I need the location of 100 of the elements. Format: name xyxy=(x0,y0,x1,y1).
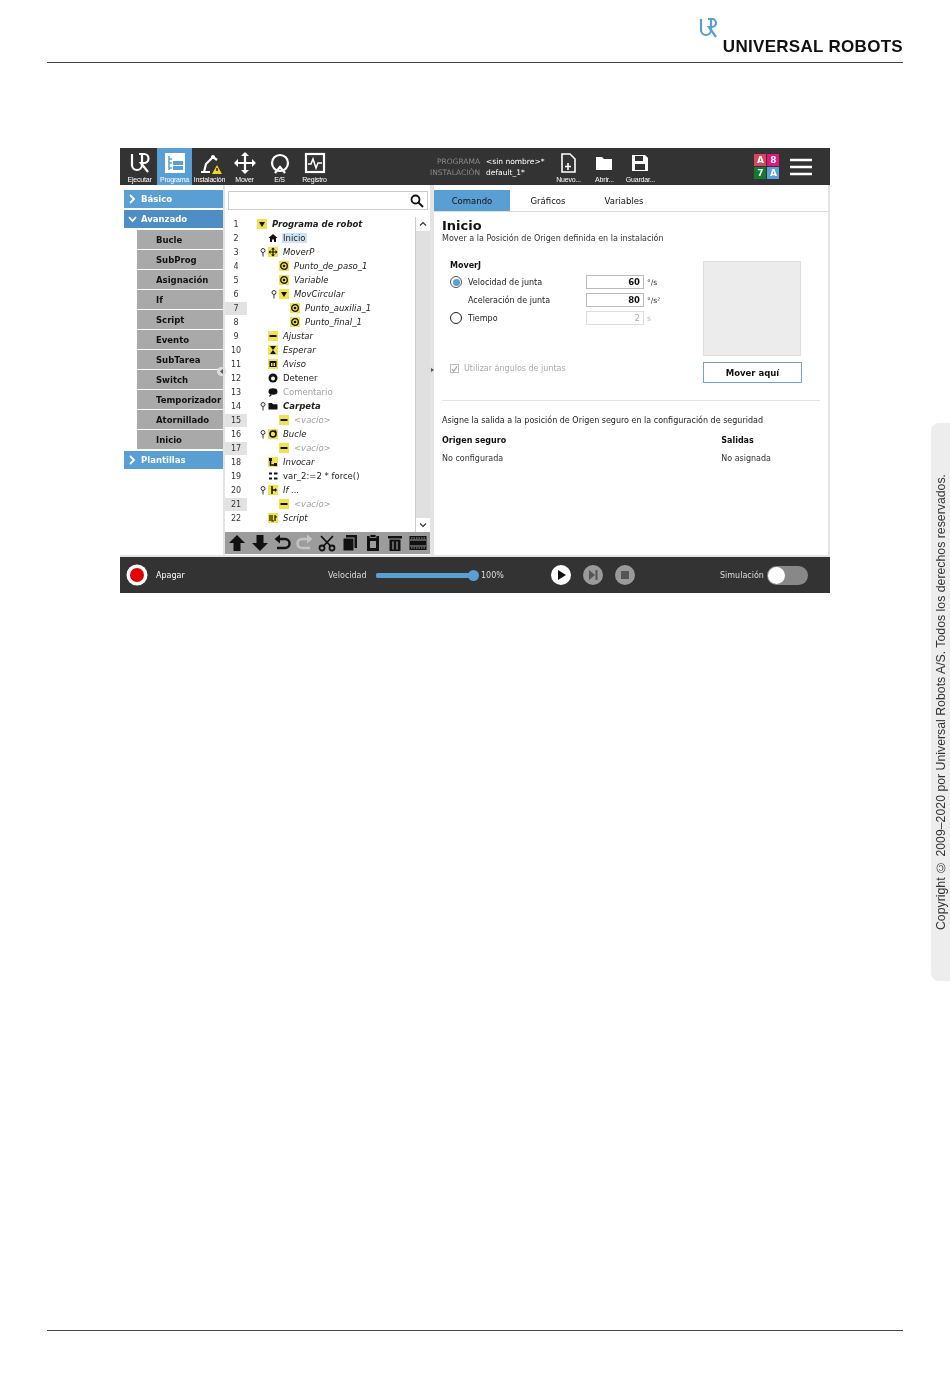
command-title: Inicio xyxy=(442,218,483,233)
command-item[interactable]: Script xyxy=(137,310,223,329)
power-button[interactable]: Apagar xyxy=(120,564,328,586)
tree-item[interactable]: Variable xyxy=(293,275,330,285)
branch-icon xyxy=(268,457,278,467)
tree-item[interactable]: MoverP xyxy=(282,247,316,257)
line-number: 3 xyxy=(232,246,240,259)
line-number: 8 xyxy=(232,316,240,329)
tree-item[interactable]: Bucle xyxy=(282,429,308,439)
save-icon xyxy=(631,153,650,173)
option-label: Velocidad de junta xyxy=(468,277,544,287)
tree-item[interactable]: Programa de robot xyxy=(271,219,364,229)
loop-arrows-icon xyxy=(268,429,278,439)
control-button[interactable] xyxy=(551,565,571,585)
line-number: 10 xyxy=(229,344,243,357)
triangle-icon xyxy=(257,219,267,229)
command-item[interactable]: Switch xyxy=(137,370,223,389)
tree-item[interactable]: Detener xyxy=(282,373,319,383)
menu-icon[interactable] xyxy=(789,156,814,177)
simulation-label: Simulación xyxy=(720,570,764,580)
arrow-up-icon[interactable] xyxy=(228,534,247,552)
expand-pin-icon[interactable] xyxy=(260,485,266,495)
list-icon xyxy=(268,471,278,481)
command-item[interactable]: Temporizador xyxy=(137,390,223,409)
tree-item[interactable]: Invocar xyxy=(282,457,316,467)
expand-pin-icon[interactable] xyxy=(260,429,266,439)
expand-pin-icon[interactable] xyxy=(271,289,277,299)
scissors-icon[interactable] xyxy=(318,534,337,552)
tree-item[interactable]: Esperar xyxy=(282,345,317,355)
tree-item[interactable]: Punto_de_paso_1 xyxy=(293,261,369,271)
line-number: 9 xyxy=(232,330,240,343)
speed-label: Velocidad xyxy=(328,570,368,580)
line-number: 21 xyxy=(225,497,247,511)
film-strip-icon[interactable] xyxy=(408,534,427,552)
line-number: 19 xyxy=(229,470,243,483)
scroll-up-icon[interactable] xyxy=(416,217,430,231)
tab[interactable]: Gráficos xyxy=(510,190,586,211)
simulation-toggle[interactable] xyxy=(766,565,808,585)
target-icon xyxy=(279,261,289,271)
tree-item[interactable]: Aviso xyxy=(282,359,307,369)
triangle-icon xyxy=(279,289,289,299)
expand-pin-icon[interactable] xyxy=(260,247,266,257)
speed-reading: 100% xyxy=(481,570,505,580)
bar-icon xyxy=(279,499,289,509)
tree-item[interactable]: If ... xyxy=(282,485,301,495)
option-label: Tiempo xyxy=(468,313,499,323)
arrow-down-icon[interactable] xyxy=(250,534,269,552)
command-item[interactable]: SubProg xyxy=(137,250,223,269)
table-cell-text: No configurada xyxy=(442,454,505,463)
bar-icon xyxy=(268,331,278,341)
command-item[interactable]: Evento xyxy=(137,330,223,349)
collapse-handle-icon[interactable] xyxy=(217,367,226,376)
command-item[interactable]: Asignación xyxy=(137,270,223,289)
tree-item[interactable]: Inicio xyxy=(282,233,307,243)
command-item[interactable]: Inicio xyxy=(137,430,223,449)
command-item[interactable]: Atornillado xyxy=(137,410,223,429)
line-number: 16 xyxy=(229,428,243,441)
command-item[interactable]: SubTarea xyxy=(137,350,223,369)
line-number: 6 xyxy=(232,288,240,301)
power-icon xyxy=(126,564,148,586)
option-label: Aceleración de junta xyxy=(468,295,552,305)
copy-icon[interactable] xyxy=(341,534,359,552)
tree-item[interactable]: Carpeta xyxy=(282,401,322,411)
line-number: 1 xyxy=(232,218,240,231)
command-item[interactable]: Bucle xyxy=(137,230,223,249)
line-number: 13 xyxy=(229,386,243,399)
trash-icon[interactable] xyxy=(386,534,405,552)
tree-item[interactable]: MovCircular xyxy=(293,289,346,299)
target-icon xyxy=(290,303,300,313)
chart-icon xyxy=(302,151,327,175)
scroll-down-icon[interactable] xyxy=(416,518,430,532)
tree-item[interactable]: Script xyxy=(282,513,309,523)
move-here-button[interactable]: Mover aquí xyxy=(703,362,802,383)
line-number: 22 xyxy=(229,512,243,525)
table-cell: No asignada xyxy=(721,454,771,463)
tab[interactable]: Variables xyxy=(586,190,662,211)
move-arrows-icon xyxy=(232,151,257,175)
home-icon xyxy=(268,233,278,243)
tree-item[interactable]: var_2:=2 * force() xyxy=(282,471,361,481)
stop-icon xyxy=(619,569,631,581)
value-field[interactable]: 80 xyxy=(586,293,644,307)
undo-icon[interactable] xyxy=(273,534,292,552)
line-number: 11 xyxy=(229,358,243,371)
logo-icon xyxy=(698,18,718,38)
tree-item[interactable]: Ajustar xyxy=(282,331,315,341)
section-label: MoverJ xyxy=(450,261,483,270)
command-item[interactable]: If xyxy=(137,290,223,309)
column-header: Origen seguro xyxy=(442,436,508,445)
expand-pin-icon[interactable] xyxy=(260,401,266,411)
search-field[interactable] xyxy=(228,191,428,210)
safety-badge: 8 xyxy=(767,154,780,166)
move-arrows-icon xyxy=(268,247,278,257)
line-number: 4 xyxy=(232,260,240,273)
value-field[interactable]: 60 xyxy=(586,275,644,289)
tree-item[interactable]: Punto_auxilia_1 xyxy=(304,303,373,313)
tab[interactable]: Comando xyxy=(434,190,510,211)
tree-item[interactable]: Punto_final_1 xyxy=(304,317,363,327)
play-icon xyxy=(555,569,567,581)
speech-bubble-icon xyxy=(268,387,278,397)
value-field: 2 xyxy=(586,311,644,325)
